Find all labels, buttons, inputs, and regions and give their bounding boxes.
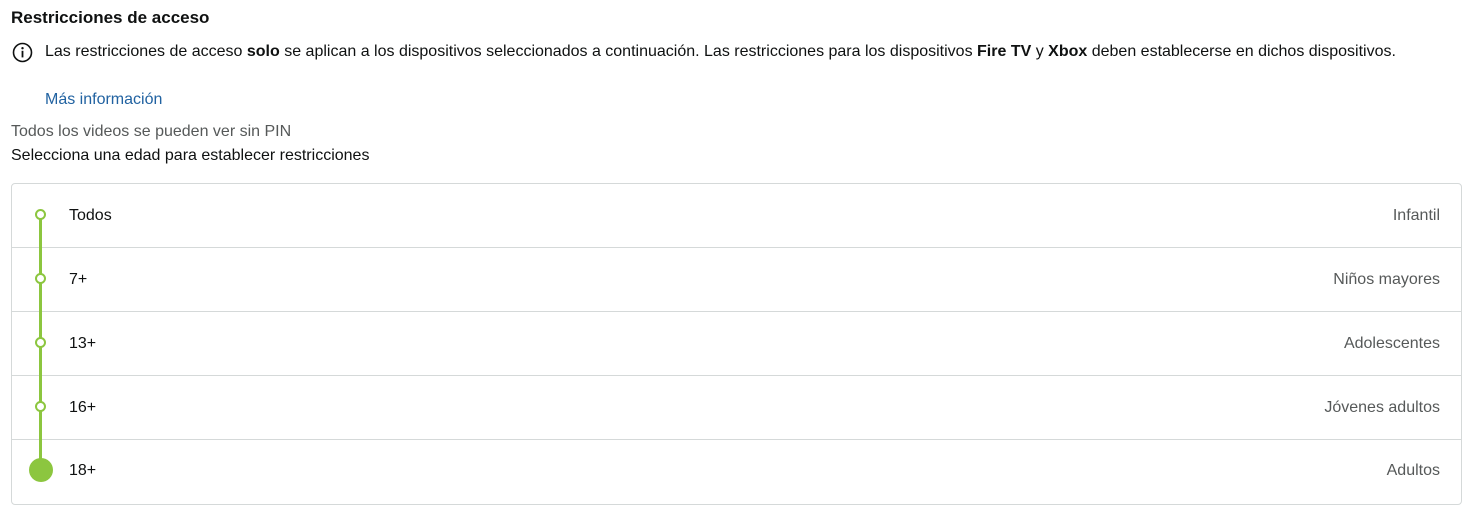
more-info-link[interactable]: Más información xyxy=(45,88,162,112)
rating-row-13-plus[interactable]: 13+ Adolescentes xyxy=(12,312,1461,376)
rating-category-label: Adolescentes xyxy=(1343,335,1440,352)
rating-row-18-plus[interactable]: 18+ Adultos xyxy=(12,440,1461,504)
rating-age-label: 7+ xyxy=(69,271,88,288)
rating-row-16-plus[interactable]: 16+ Jóvenes adultos xyxy=(12,376,1461,440)
info-text-part-2: se aplican a los dispositivos selecciona… xyxy=(279,43,978,60)
info-icon xyxy=(12,42,33,63)
rating-node-open[interactable] xyxy=(35,209,46,220)
info-text-bold-fire-tv: Fire TV xyxy=(977,43,1032,60)
rating-category-label: Adultos xyxy=(1386,462,1440,479)
rating-node-selected[interactable] xyxy=(29,458,53,482)
rating-age-label: 16+ xyxy=(69,399,97,416)
rating-category-label: Jóvenes adultos xyxy=(1324,399,1440,416)
rating-node-open[interactable] xyxy=(35,273,46,284)
age-rating-list: Todos Infantil 7+ Niños mayores 13+ Adol… xyxy=(11,183,1462,505)
instruction-text: Selecciona una edad para establecer rest… xyxy=(11,147,370,164)
info-text-part-3: y xyxy=(1031,43,1049,60)
info-text-part-4: deben establecerse en dichos dispositivo… xyxy=(1087,43,1396,60)
rating-age-label: 18+ xyxy=(69,462,97,479)
rating-row-7-plus[interactable]: 7+ Niños mayores xyxy=(12,248,1461,312)
info-text-part-1: Las restricciones de acceso xyxy=(45,43,247,60)
info-text-bold-solo: solo xyxy=(246,43,280,60)
rating-age-label: 13+ xyxy=(69,335,97,352)
info-message: Las restricciones de acceso solo se apli… xyxy=(45,40,1435,64)
section-title: Restricciones de acceso xyxy=(11,8,210,27)
info-text-bold-xbox: Xbox xyxy=(1048,43,1088,60)
rating-node-open[interactable] xyxy=(35,337,46,348)
rating-row-todos[interactable]: Todos Infantil xyxy=(12,184,1461,248)
rating-node-open[interactable] xyxy=(35,401,46,412)
rating-category-label: Infantil xyxy=(1392,207,1440,224)
rating-category-label: Niños mayores xyxy=(1333,271,1440,288)
rating-age-label: Todos xyxy=(69,207,112,224)
current-status-text: Todos los videos se pueden ver sin PIN xyxy=(11,123,292,140)
